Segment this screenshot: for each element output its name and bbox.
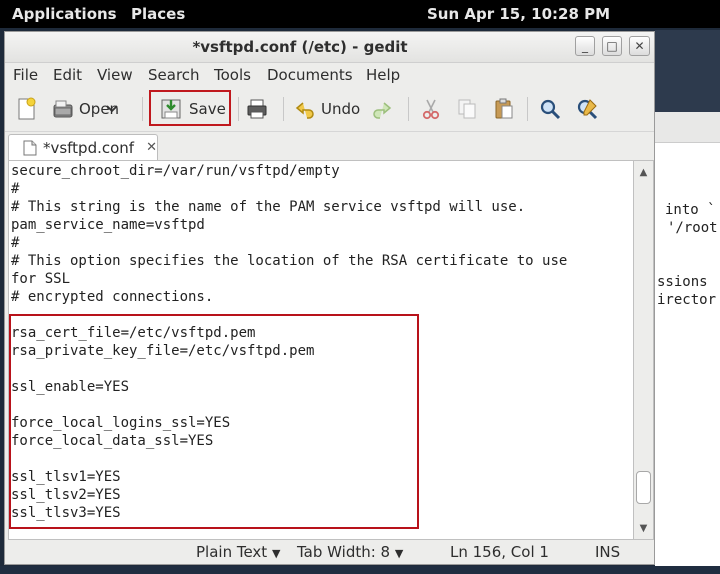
paste-icon bbox=[495, 98, 513, 119]
applications-menu[interactable]: Applications bbox=[12, 5, 117, 23]
tab-width-label: Tab Width: 8 bbox=[297, 543, 391, 561]
dropdown-arrow-icon bbox=[106, 105, 118, 113]
menu-view[interactable]: View bbox=[97, 66, 133, 84]
scroll-up-icon[interactable]: ▲ bbox=[636, 165, 651, 181]
cut-button[interactable] bbox=[419, 93, 443, 125]
redo-icon bbox=[373, 102, 392, 119]
language-selector[interactable]: Plain Text ▼ bbox=[196, 543, 280, 561]
background-text-line: '/root bbox=[667, 220, 718, 236]
cut-icon bbox=[422, 99, 440, 120]
menu-edit[interactable]: Edit bbox=[53, 66, 82, 84]
menu-bar: File Edit View Search Tools Documents He… bbox=[5, 63, 654, 87]
background-window-header bbox=[655, 30, 720, 112]
maximize-icon: □ bbox=[606, 39, 618, 53]
menu-search[interactable]: Search bbox=[148, 66, 200, 84]
toolbar-separator bbox=[142, 97, 143, 121]
undo-button[interactable]: Undo bbox=[294, 93, 360, 125]
copy-button[interactable] bbox=[455, 93, 479, 125]
toolbar-separator bbox=[527, 97, 528, 121]
tab-close-icon[interactable]: ✕ bbox=[146, 140, 157, 155]
bottom-panel bbox=[0, 566, 720, 574]
tab-width-selector[interactable]: Tab Width: 8 ▼ bbox=[297, 543, 403, 561]
print-icon bbox=[247, 99, 267, 119]
tab-vsftpd-conf[interactable]: *vsftpd.conf ✕ bbox=[8, 134, 158, 160]
new-button[interactable] bbox=[14, 93, 38, 125]
menu-tools[interactable]: Tools bbox=[214, 66, 251, 84]
tab-bar: *vsftpd.conf ✕ bbox=[5, 132, 654, 160]
toolbar-separator bbox=[283, 97, 284, 121]
clock[interactable]: Sun Apr 15, 10:28 PM bbox=[427, 5, 610, 23]
background-text-line: into ` bbox=[665, 202, 716, 218]
language-label: Plain Text bbox=[196, 543, 268, 561]
background-text-line: ssions bbox=[657, 274, 708, 290]
undo-icon bbox=[295, 102, 314, 119]
document-icon bbox=[23, 140, 37, 155]
gedit-window: *vsftpd.conf (/etc) - gedit _ □ ✕ File E… bbox=[4, 31, 655, 565]
tab-label: *vsftpd.conf bbox=[42, 138, 135, 157]
menu-help[interactable]: Help bbox=[366, 66, 400, 84]
menu-file[interactable]: File bbox=[13, 66, 38, 84]
undo-label: Undo bbox=[321, 100, 361, 118]
window-title: *vsftpd.conf (/etc) - gedit bbox=[192, 38, 408, 56]
top-panel: Applications Places Sun Apr 15, 10:28 PM bbox=[0, 0, 720, 28]
print-button[interactable] bbox=[245, 93, 269, 125]
scroll-down-icon[interactable]: ▼ bbox=[636, 521, 651, 537]
new-document-icon bbox=[18, 97, 36, 120]
save-button-highlight bbox=[149, 90, 231, 126]
vertical-scrollbar[interactable]: ▲ ▼ bbox=[634, 160, 654, 540]
replace-icon bbox=[577, 99, 598, 120]
chevron-down-icon: ▼ bbox=[271, 547, 281, 560]
toolbar: Open Save Undo bbox=[5, 87, 654, 132]
find-icon bbox=[540, 99, 561, 120]
menu-documents[interactable]: Documents bbox=[267, 66, 353, 84]
minimize-icon: _ bbox=[582, 39, 588, 53]
open-icon bbox=[53, 100, 73, 118]
minimize-button[interactable]: _ bbox=[575, 36, 595, 56]
status-bar: Plain Text ▼ Tab Width: 8 ▼ Ln 156, Col … bbox=[5, 540, 654, 564]
toolbar-separator bbox=[408, 97, 409, 121]
places-menu[interactable]: Places bbox=[131, 5, 185, 23]
find-replace-button[interactable] bbox=[575, 93, 599, 125]
title-bar[interactable]: *vsftpd.conf (/etc) - gedit _ □ ✕ bbox=[5, 32, 654, 63]
background-window-toolbar bbox=[655, 112, 720, 143]
scrollbar-thumb[interactable] bbox=[636, 471, 651, 504]
maximize-button[interactable]: □ bbox=[602, 36, 622, 56]
ssl-config-highlight bbox=[9, 314, 419, 529]
toolbar-separator bbox=[238, 97, 239, 121]
paste-button[interactable] bbox=[492, 93, 516, 125]
close-icon: ✕ bbox=[634, 39, 645, 53]
text-editor[interactable]: secure_chroot_dir=/var/run/vsftpd/empty … bbox=[8, 160, 634, 540]
background-terminal-window[interactable]: into ` '/root ssions irector bbox=[655, 30, 720, 574]
copy-icon bbox=[458, 99, 476, 119]
chevron-down-icon: ▼ bbox=[394, 547, 404, 560]
open-recent-dropdown[interactable] bbox=[105, 93, 119, 125]
close-button[interactable]: ✕ bbox=[629, 36, 650, 56]
insert-mode: INS bbox=[595, 543, 621, 561]
find-button[interactable] bbox=[538, 93, 562, 125]
redo-button[interactable] bbox=[369, 93, 393, 125]
background-text-line: irector bbox=[657, 292, 717, 308]
cursor-position: Ln 156, Col 1 bbox=[450, 543, 549, 561]
